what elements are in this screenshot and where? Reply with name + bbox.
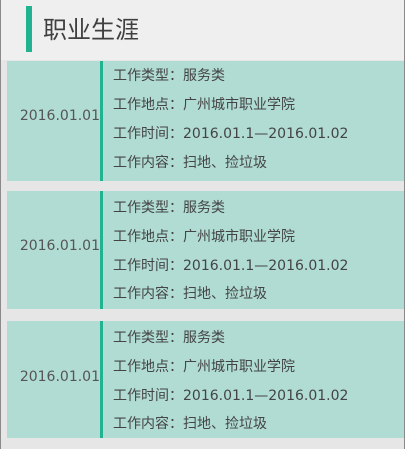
work-type-line: 工作类型：服务类: [113, 68, 225, 84]
career-entry-card: 2016.01.01 工作类型：服务类 工作地点：广州城市职业学院 工作时间：2…: [7, 191, 404, 309]
work-type-line: 工作类型：服务类: [113, 200, 225, 216]
work-location-line: 工作地点：广州城市职业学院: [113, 359, 295, 375]
work-time-line: 工作时间：2016.01.1—2016.01.02: [113, 126, 349, 142]
work-time-line: 工作时间：2016.01.1—2016.01.02: [113, 388, 349, 404]
entry-divider: [100, 321, 103, 438]
page-frame: 职业生涯 2016.01.01 工作类型：服务类 工作地点：广州城市职业学院 工…: [0, 0, 405, 449]
work-type-line: 工作类型：服务类: [113, 330, 225, 346]
entry-date: 2016.01.01: [19, 238, 100, 254]
entry-date: 2016.01.01: [19, 369, 100, 385]
section-header: 职业生涯: [1, 0, 404, 60]
page-title: 职业生涯: [43, 16, 139, 44]
work-content-line: 工作内容：扫地、捡垃圾: [113, 155, 267, 171]
career-entry-card: 2016.01.01 工作类型：服务类 工作地点：广州城市职业学院 工作时间：2…: [7, 321, 404, 438]
entry-divider: [100, 191, 103, 309]
work-location-line: 工作地点：广州城市职业学院: [113, 97, 295, 113]
career-entry-card: 2016.01.01 工作类型：服务类 工作地点：广州城市职业学院 工作时间：2…: [7, 61, 404, 181]
work-content-line: 工作内容：扫地、捡垃圾: [113, 416, 267, 432]
work-time-line: 工作时间：2016.01.1—2016.01.02: [113, 258, 349, 274]
entry-divider: [100, 61, 103, 181]
entry-date: 2016.01.01: [19, 108, 100, 124]
title-accent-bar: [26, 6, 32, 52]
work-location-line: 工作地点：广州城市职业学院: [113, 229, 295, 245]
work-content-line: 工作内容：扫地、捡垃圾: [113, 286, 267, 302]
